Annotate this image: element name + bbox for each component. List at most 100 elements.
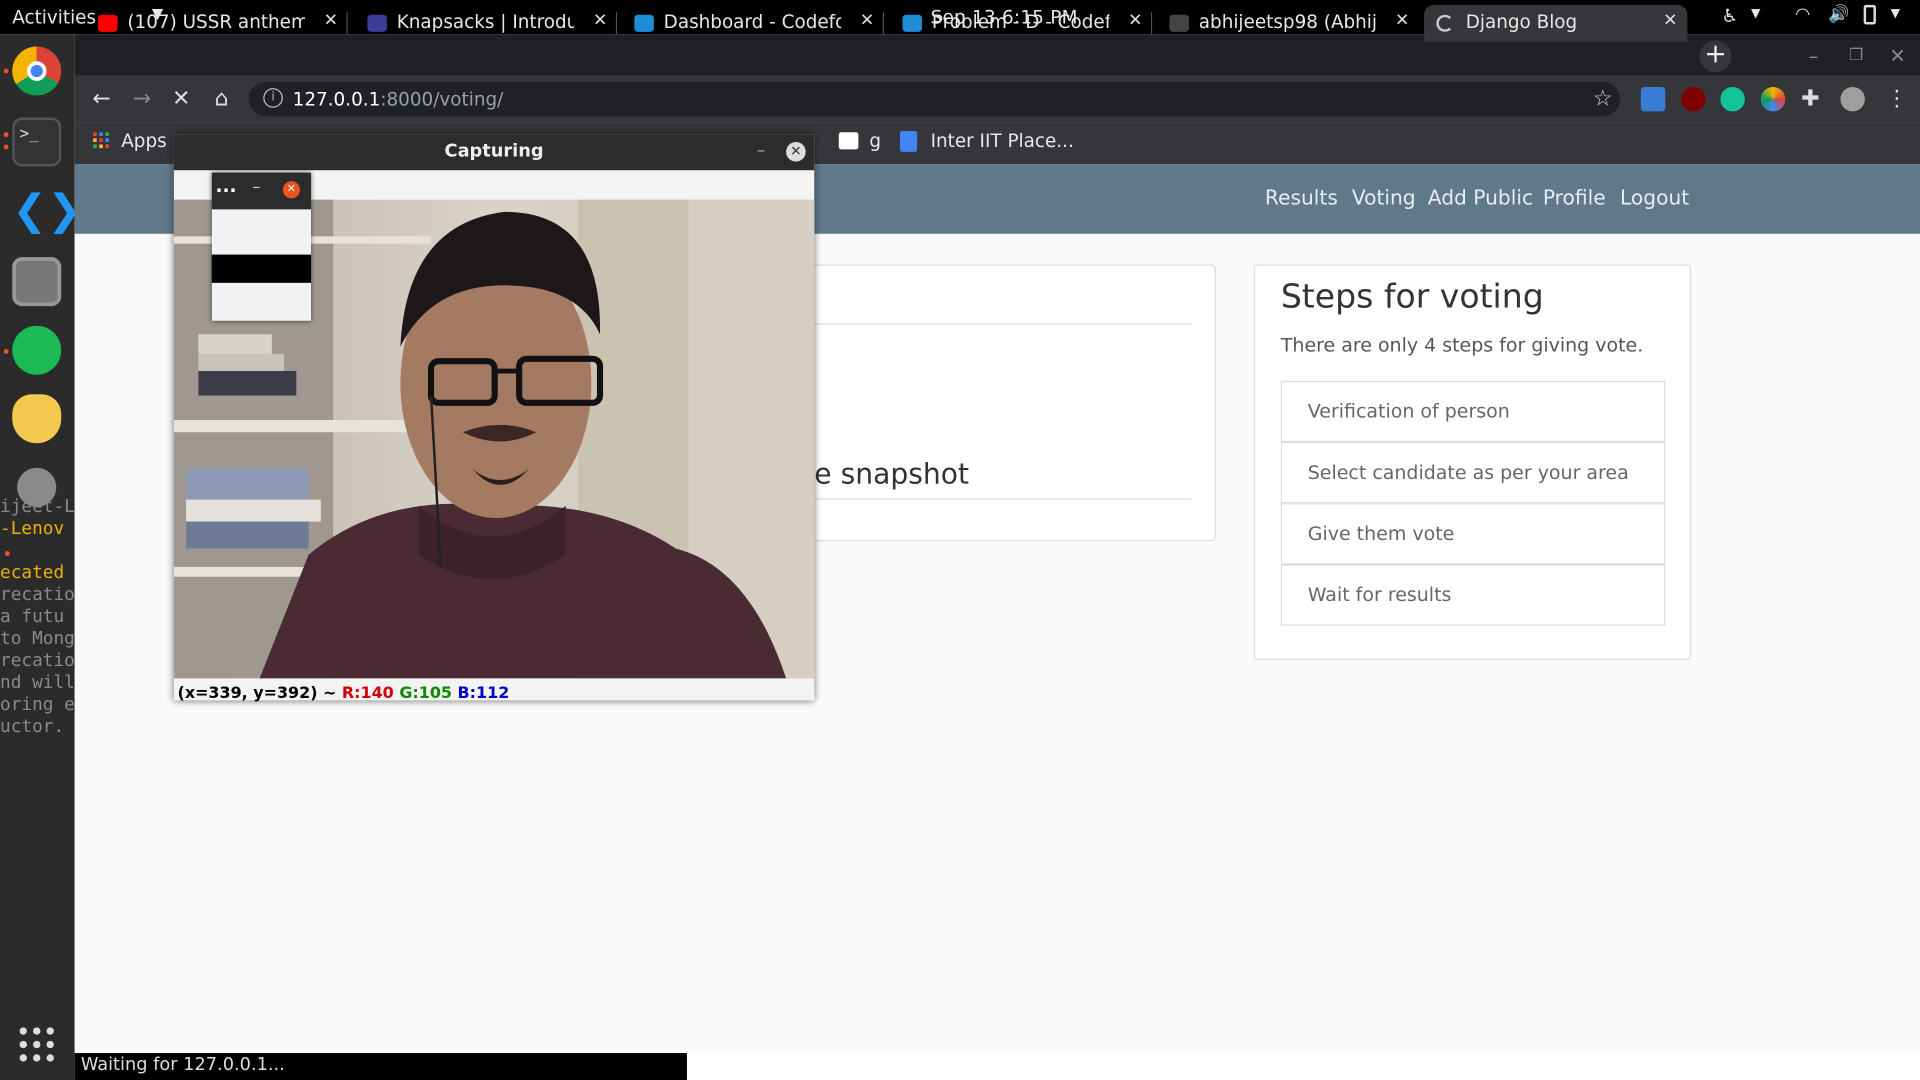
tab-title: (107) USSR anthem Nc <box>127 11 305 34</box>
forward-icon[interactable]: → <box>127 86 156 112</box>
terminal-text-overflow: ijeet-Le-Lenovecatedrecatio a fututo Mon… <box>0 496 75 759</box>
loading-spinner-icon <box>1436 14 1454 32</box>
popup-minimize-icon[interactable]: – <box>252 179 260 197</box>
bookmark-g[interactable]: g <box>869 130 881 152</box>
terminal-line: recatio <box>0 585 75 605</box>
tab-close-icon[interactable]: ✕ <box>1663 11 1677 31</box>
tab[interactable]: Dashboard - Codeforce ✕ <box>622 5 885 42</box>
running-indicator <box>3 68 9 74</box>
popup-black-band <box>211 254 312 283</box>
tab-favicon-icon <box>97 14 118 32</box>
snapshot-heading: e snapshot <box>814 459 970 492</box>
tab-close-icon[interactable]: ✕ <box>324 11 338 31</box>
ublock-icon[interactable] <box>1681 86 1706 112</box>
wifi-icon[interactable]: ◠ <box>1795 5 1810 25</box>
home-icon[interactable]: ⌂ <box>207 86 236 112</box>
popup-title[interactable]: ... <box>216 175 237 197</box>
restore-window-icon[interactable]: ❐ <box>1849 47 1863 65</box>
spotify-icon[interactable] <box>12 325 62 375</box>
accessibility-dropdown-icon[interactable]: ▼ <box>1751 7 1760 20</box>
address-bar[interactable]: i 127.0.0.1:8000/voting/ ☆ <box>248 82 1621 117</box>
battery-icon[interactable] <box>1863 4 1876 25</box>
url-path: :8000/voting/ <box>380 88 504 111</box>
nav-link-profile[interactable]: Profile <box>1543 186 1606 209</box>
pixel-blue: B:112 <box>457 684 510 703</box>
tab-title: abhijeetsp98 (Abhijee <box>1198 11 1377 34</box>
steps-title: Steps for voting <box>1280 277 1544 316</box>
site-info-icon[interactable]: i <box>263 88 283 108</box>
running-indicator <box>3 144 9 150</box>
loading-status-bubble: Waiting for 127.0.0.1... <box>74 1053 687 1080</box>
url-host: 127.0.0.1 <box>292 88 381 111</box>
minimize-window-icon[interactable]: – <box>1809 44 1819 67</box>
tab-title: Django Blog <box>1465 11 1578 34</box>
apps-grid-icon[interactable] <box>93 132 110 149</box>
terminal-line: ijeet-Le <box>0 497 75 517</box>
bookmark-g-favicon <box>838 132 859 150</box>
close-window-icon[interactable]: ✕ <box>1889 44 1905 67</box>
url-text[interactable]: 127.0.0.1:8000/voting/ <box>293 88 504 110</box>
tab-title: Dashboard - Codeforce <box>663 11 842 34</box>
activities-button[interactable]: Activities <box>12 6 96 28</box>
bookmark-star-icon[interactable]: ☆ <box>1593 86 1613 112</box>
new-tab-button[interactable]: + <box>1699 40 1732 73</box>
step-item: Select candidate as per your area <box>1280 442 1666 504</box>
bookmark-apps[interactable]: Apps <box>121 130 166 152</box>
terminal-line: -Lenov <box>0 519 65 539</box>
chrome-menu-icon[interactable]: ⋮ <box>1886 86 1908 112</box>
terminal-line: a futu <box>0 607 65 627</box>
tab[interactable]: abhijeetsp98 (Abhijee ✕ <box>1157 5 1419 42</box>
bookmark-inter-iit[interactable]: Inter IIT Place... <box>931 130 1074 152</box>
teapot-app-icon[interactable] <box>12 394 62 444</box>
running-indicator <box>3 348 9 354</box>
tab-favicon-icon <box>902 14 923 32</box>
terminal-line: to Mong <box>0 629 75 649</box>
popup-close-icon[interactable]: ✕ <box>282 181 301 199</box>
tab[interactable]: Knapsacks | Introducti ✕ <box>355 5 618 42</box>
system-menu-icon[interactable]: ▼ <box>1891 7 1900 20</box>
show-applications-icon[interactable] <box>18 1026 55 1063</box>
tab-close-icon[interactable]: ✕ <box>593 11 607 31</box>
extension-a-icon[interactable] <box>1640 86 1666 112</box>
stop-loading-icon[interactable]: ✕ <box>167 86 196 112</box>
terminal-icon[interactable]: >_ <box>12 117 62 167</box>
extension-color-icon[interactable] <box>1760 86 1786 112</box>
tab-title: Knapsacks | Introducti <box>396 11 575 34</box>
tab[interactable]: Django Blog ✕ <box>1424 4 1688 42</box>
step-item: Wait for results <box>1280 564 1666 626</box>
extensions-puzzle-icon[interactable]: ✚ <box>1801 86 1819 112</box>
tab-close-icon[interactable]: ✕ <box>1128 11 1142 31</box>
capture-minimize-icon[interactable]: – <box>757 141 766 161</box>
tab-separator <box>346 12 348 35</box>
tab[interactable]: Problem - D - Codeforc ✕ <box>890 5 1153 42</box>
steps-card: Steps for voting There are only 4 steps … <box>1253 264 1692 661</box>
grammarly-icon[interactable] <box>1720 86 1745 112</box>
profile-avatar[interactable] <box>1840 86 1865 112</box>
step-item: Give them vote <box>1280 503 1666 565</box>
back-icon[interactable]: ← <box>87 86 116 112</box>
tab-favicon-icon <box>1169 14 1189 32</box>
files-icon[interactable] <box>12 257 62 307</box>
vscode-icon[interactable]: ❮❯ <box>12 186 82 235</box>
nav-link-results[interactable]: Results <box>1265 186 1338 209</box>
volume-icon[interactable]: 🔊 <box>1828 5 1849 25</box>
popup-white-band <box>211 209 312 255</box>
tab-separator <box>615 12 618 35</box>
capturing-window-title[interactable]: Capturing <box>173 134 815 171</box>
nav-link-add-public[interactable]: Add Public <box>1428 186 1533 209</box>
tab-close-icon[interactable]: ✕ <box>860 11 874 31</box>
terminal-line: uctor. <box>0 717 65 738</box>
capture-close-icon[interactable]: ✕ <box>786 142 806 162</box>
tab-close-icon[interactable]: ✕ <box>1395 11 1409 31</box>
tab-favicon-icon <box>634 14 654 32</box>
popup-white-band <box>211 282 312 321</box>
tab-separator <box>882 12 885 35</box>
accessibility-icon[interactable]: ♿ <box>1722 5 1738 27</box>
tab[interactable]: (107) USSR anthem Nc ✕ <box>86 5 348 42</box>
chrome-icon-center <box>26 61 47 81</box>
nav-link-voting[interactable]: Voting <box>1352 186 1416 209</box>
nav-link-logout[interactable]: Logout <box>1620 186 1689 209</box>
terminal-line: oring e <box>0 695 75 716</box>
tab-title: Problem - D - Codeforc <box>931 11 1110 34</box>
step-item: Verification of person <box>1280 380 1666 443</box>
